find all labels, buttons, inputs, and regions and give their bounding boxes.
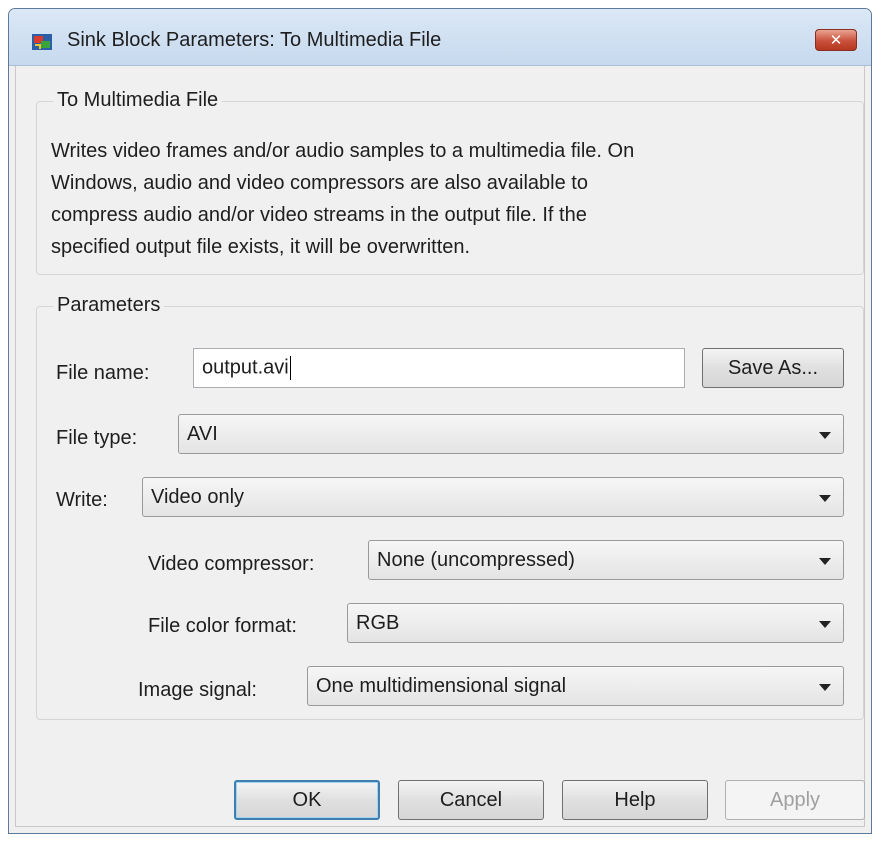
description-line: Windows, audio and video compressors are… xyxy=(51,172,588,194)
close-button[interactable]: ✕ xyxy=(815,29,857,51)
ok-button[interactable]: OK xyxy=(234,780,380,820)
file-type-label: File type: xyxy=(56,427,138,449)
video-compressor-select[interactable]: None (uncompressed) xyxy=(368,540,844,580)
dialog-content: To Multimedia File Writes video frames a… xyxy=(15,66,865,827)
chevron-down-icon xyxy=(819,495,831,502)
file-name-value: output.avi xyxy=(202,356,289,379)
apply-label: Apply xyxy=(769,788,821,811)
save-as-label: Save As... xyxy=(727,356,819,379)
image-signal-label: Image signal: xyxy=(138,679,257,701)
parameters-group: Parameters File name: output.avi Save As… xyxy=(36,294,864,720)
help-label: Help xyxy=(614,788,656,811)
description-group-title: To Multimedia File xyxy=(53,89,223,112)
video-compressor-value: None (uncompressed) xyxy=(377,549,575,571)
window-title: Sink Block Parameters: To Multimedia Fil… xyxy=(67,29,442,51)
description-line: Writes video frames and/or audio samples… xyxy=(51,140,635,162)
file-type-select[interactable]: AVI xyxy=(178,414,844,454)
ok-label: OK xyxy=(292,788,322,811)
image-signal-value: One multidimensional signal xyxy=(316,675,567,697)
description-line: specified output file exists, it will be… xyxy=(51,236,471,258)
dialog-window: Sink Block Parameters: To Multimedia Fil… xyxy=(8,8,872,834)
block-description: Writes video frames and/or audio samples… xyxy=(51,135,851,263)
cancel-label: Cancel xyxy=(439,788,503,811)
simulink-block-icon xyxy=(31,31,53,53)
file-type-value: AVI xyxy=(187,423,218,445)
chevron-down-icon xyxy=(819,432,831,439)
write-value: Video only xyxy=(151,486,245,508)
save-as-button[interactable]: Save As... xyxy=(702,348,844,388)
file-color-format-value: RGB xyxy=(356,612,400,634)
title-bar[interactable]: Sink Block Parameters: To Multimedia Fil… xyxy=(9,9,871,66)
apply-button[interactable]: Apply xyxy=(725,780,865,820)
write-select[interactable]: Video only xyxy=(142,477,844,517)
close-icon: ✕ xyxy=(829,31,843,49)
description-line: compress audio and/or video streams in t… xyxy=(51,204,587,226)
file-color-format-label: File color format: xyxy=(148,615,297,637)
file-name-label: File name: xyxy=(56,362,150,384)
chevron-down-icon xyxy=(819,684,831,691)
chevron-down-icon xyxy=(819,558,831,565)
write-label: Write: xyxy=(56,489,108,511)
description-group: To Multimedia File Writes video frames a… xyxy=(36,89,864,275)
help-button[interactable]: Help xyxy=(562,780,708,820)
file-name-field[interactable]: output.avi xyxy=(193,348,685,388)
parameters-group-title: Parameters xyxy=(53,294,165,317)
text-caret xyxy=(289,356,291,380)
file-color-format-select[interactable]: RGB xyxy=(347,603,844,643)
chevron-down-icon xyxy=(819,621,831,628)
image-signal-select[interactable]: One multidimensional signal xyxy=(307,666,844,706)
video-compressor-label: Video compressor: xyxy=(148,553,315,575)
cancel-button[interactable]: Cancel xyxy=(398,780,544,820)
